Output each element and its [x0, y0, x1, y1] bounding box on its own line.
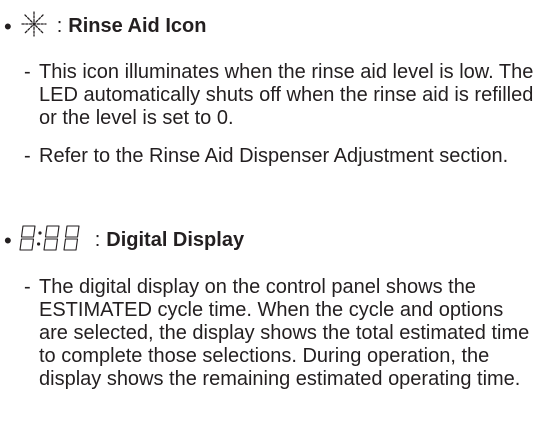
bullet: •: [4, 14, 12, 39]
digital-display-8-88-icon: [19, 224, 87, 257]
description-text: Refer to the Rinse Aid Dispenser Adjustm…: [39, 145, 509, 167]
bullet: •: [4, 228, 12, 253]
rinse-aid-sparkle-icon: [19, 10, 49, 43]
section-title: Digital Display: [106, 228, 245, 251]
separator: :: [94, 228, 101, 251]
description-item: - Refer to the Rinse Aid Dispenser Adjus…: [24, 145, 536, 168]
manual-page: • : Rinse Aid Icon - This icon illuminat…: [0, 0, 540, 428]
description-text: This icon illuminates when the rinse aid…: [39, 61, 534, 129]
description-item: - The digital display on the control pan…: [24, 276, 536, 391]
section-title: Rinse Aid Icon: [68, 14, 207, 37]
dash-marker: -: [24, 61, 31, 83]
rinse-aid-heading: • : Rinse Aid Icon: [4, 6, 206, 46]
description-text: The digital display on the control panel…: [39, 276, 530, 390]
separator: :: [56, 14, 63, 37]
digital-display-heading: • : Digital Display: [4, 220, 244, 260]
dash-marker: -: [24, 145, 31, 167]
dash-marker: -: [24, 276, 31, 298]
description-item: - This icon illuminates when the rinse a…: [24, 61, 536, 130]
